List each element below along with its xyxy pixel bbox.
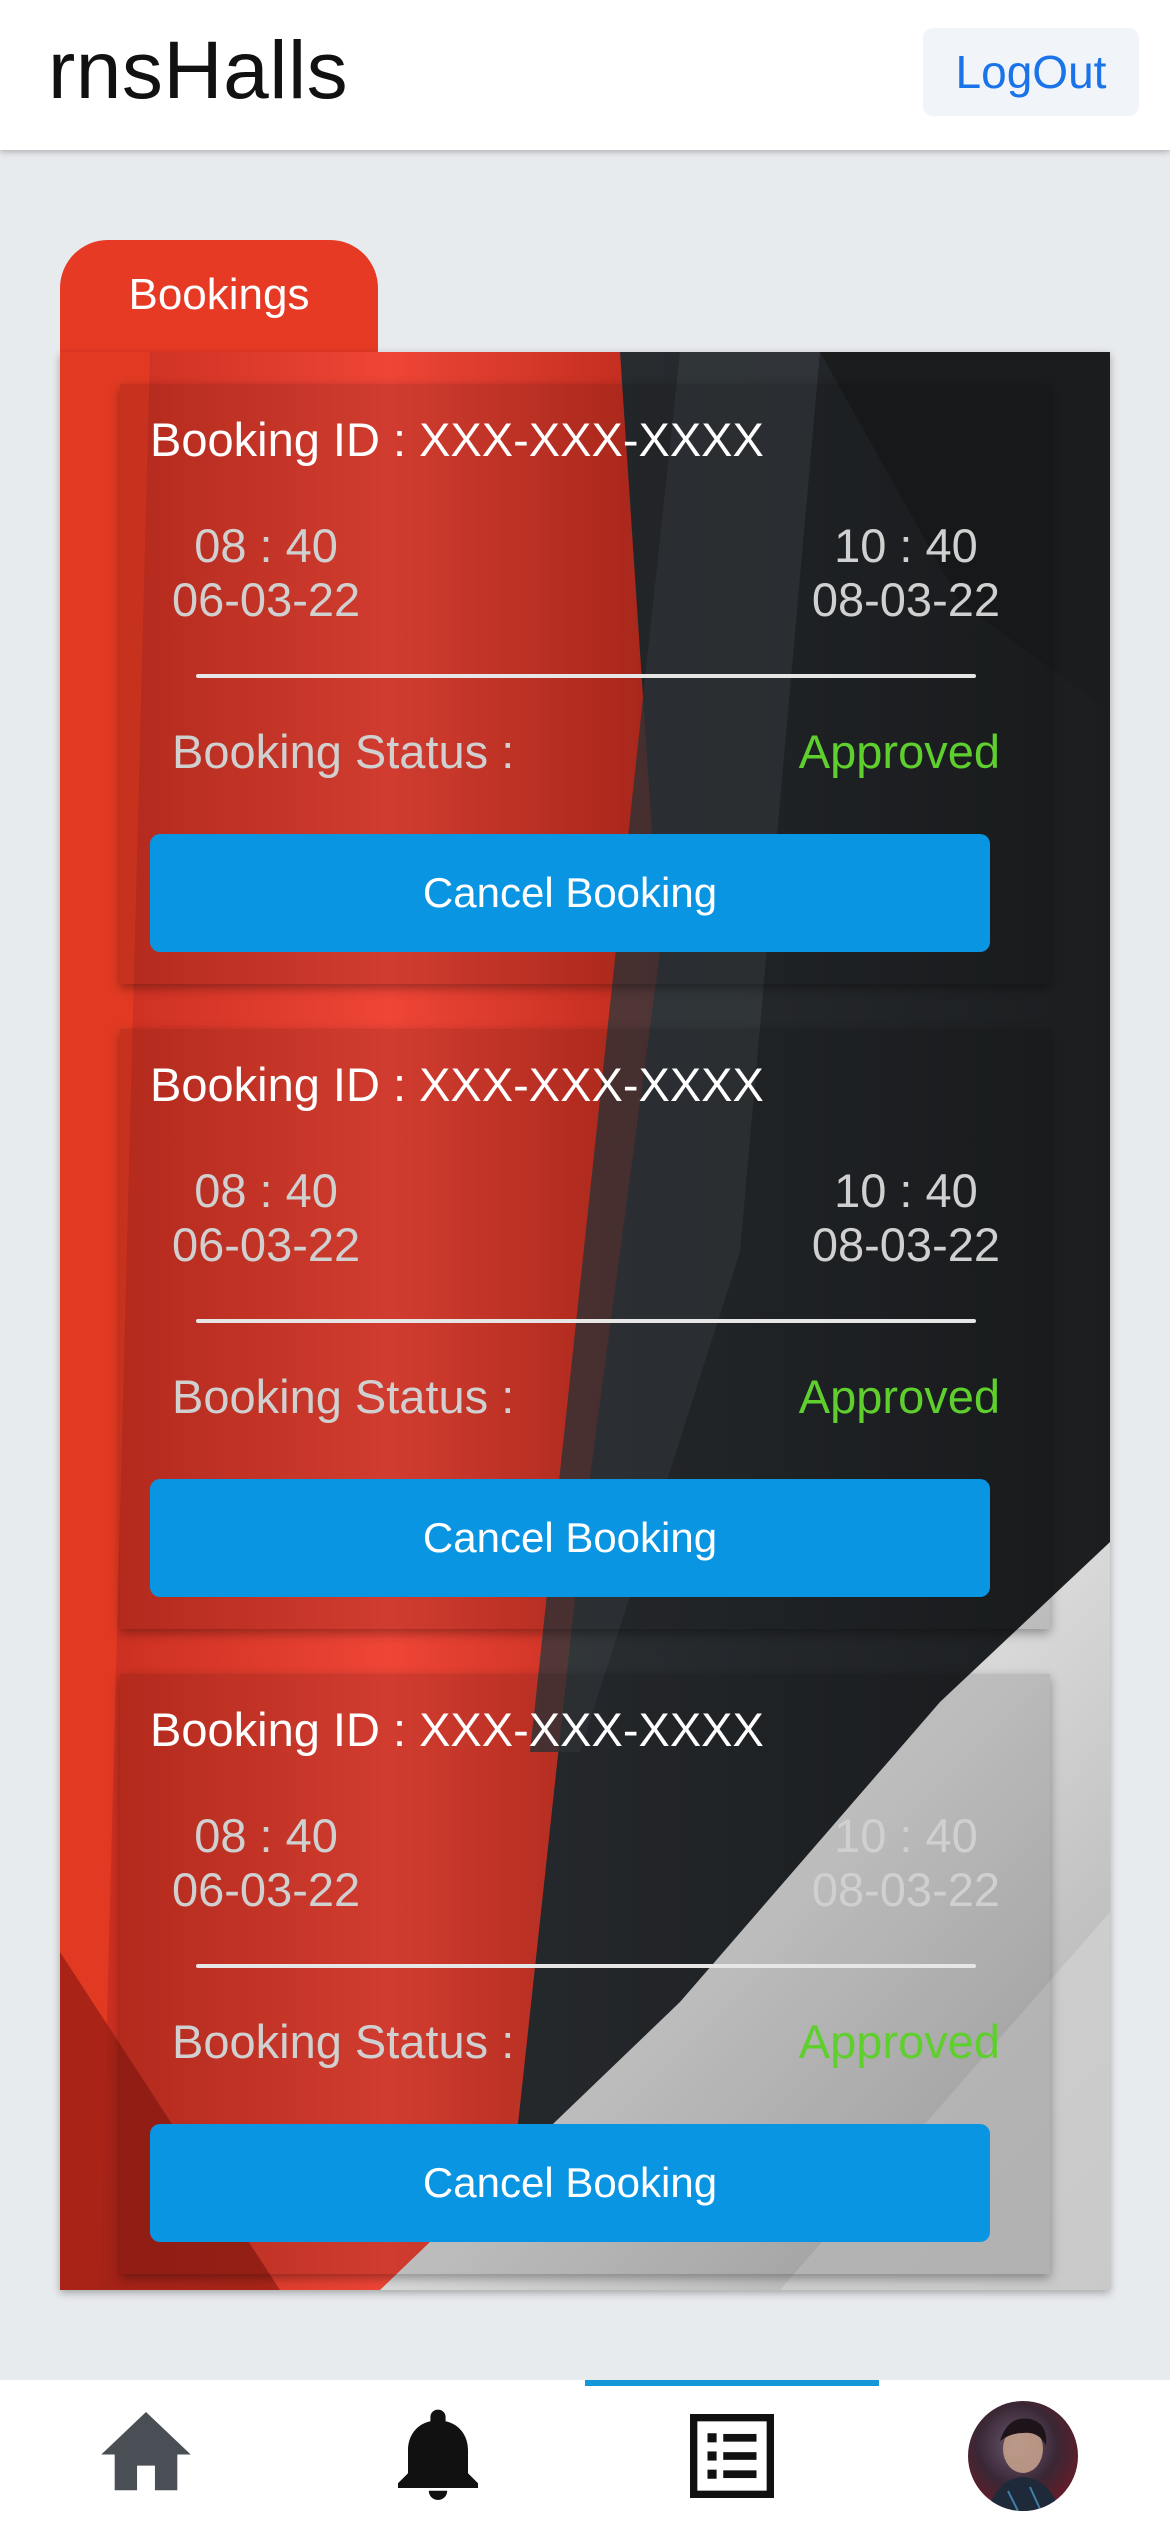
status-badge: Approved	[798, 1370, 1000, 1423]
booking-id: Booking ID : XXX-XXX-XXXX	[150, 413, 764, 466]
start-time: 08 : 40	[194, 1164, 338, 1217]
top-app-bar: rnsHalls LogOut	[0, 0, 1170, 150]
start-datetime: 08 : 40 06-03-22	[172, 1809, 360, 1917]
status-badge: Approved	[798, 2015, 1000, 2068]
booking-id: Booking ID : XXX-XXX-XXXX	[150, 1703, 764, 1756]
divider	[196, 1319, 976, 1323]
logout-button[interactable]: LogOut	[923, 28, 1139, 116]
nav-notifications[interactable]	[292, 2380, 584, 2532]
booking-id: Booking ID : XXX-XXX-XXXX	[150, 1058, 764, 1111]
app-root: rnsHalls LogOut Bookings Booking ID: XX…	[0, 0, 1170, 2532]
status-label: Booking Status :	[172, 1370, 515, 1423]
end-datetime: 10 : 40 08-03-22	[812, 519, 1000, 627]
end-time: 10 : 40	[834, 519, 978, 572]
status-label: Booking Status :	[172, 2015, 515, 2068]
cancel-booking-button[interactable]: Cancel Booking	[150, 1479, 990, 1597]
end-date: 08-03-22	[811, 1218, 1000, 1271]
start-datetime: 08 : 40 06-03-22	[172, 519, 360, 627]
booking-card: Booking ID : XXX-XXX-XXXX 08 : 40 06-03-…	[120, 1674, 1050, 2274]
bell-icon	[398, 2409, 478, 2500]
tab-bookings[interactable]: Bookings	[60, 240, 378, 355]
end-datetime: 10 : 40 08-03-22	[812, 1164, 1000, 1272]
end-time: 10 : 40	[834, 1809, 978, 1862]
cancel-booking-button[interactable]: Cancel Booking	[150, 2124, 990, 2242]
list-icon	[690, 2414, 774, 2498]
avatar	[968, 2401, 1078, 2511]
end-date: 08-03-22	[811, 1863, 1000, 1916]
divider	[196, 1964, 976, 1968]
booking-card: Booking ID : XXX-XXX-XXXX 08 : 40 06-03-…	[120, 1029, 1050, 1629]
start-date: 06-03-22	[172, 573, 361, 626]
nav-bookings-list[interactable]	[584, 2380, 876, 2532]
bookings-panel: Booking ID : XXX-XXX-XXXX 08 : 40 06-03-…	[60, 352, 1110, 2290]
booking-card: Booking ID : XXX-XXX-XXXX 08 : 40 06-03-…	[120, 384, 1050, 984]
end-datetime: 10 : 40 08-03-22	[812, 1809, 1000, 1917]
start-date: 06-03-22	[172, 1863, 361, 1916]
start-time: 08 : 40	[194, 519, 338, 572]
status-badge: Approved	[798, 725, 1000, 778]
start-time: 08 : 40	[194, 1809, 338, 1862]
divider	[196, 674, 976, 678]
bottom-navigation	[0, 2380, 1170, 2532]
nav-profile[interactable]	[876, 2380, 1168, 2532]
end-time: 10 : 40	[834, 1164, 978, 1217]
end-date: 08-03-22	[811, 573, 1000, 626]
start-date: 06-03-22	[172, 1218, 361, 1271]
cancel-booking-button[interactable]: Cancel Booking	[150, 834, 990, 952]
status-label: Booking Status :	[172, 725, 515, 778]
home-icon	[101, 2412, 191, 2491]
start-datetime: 08 : 40 06-03-22	[172, 1164, 360, 1272]
nav-home[interactable]	[0, 2380, 292, 2532]
avatar-portrait	[988, 2418, 1060, 2511]
app-title: rnsHalls	[48, 25, 349, 116]
